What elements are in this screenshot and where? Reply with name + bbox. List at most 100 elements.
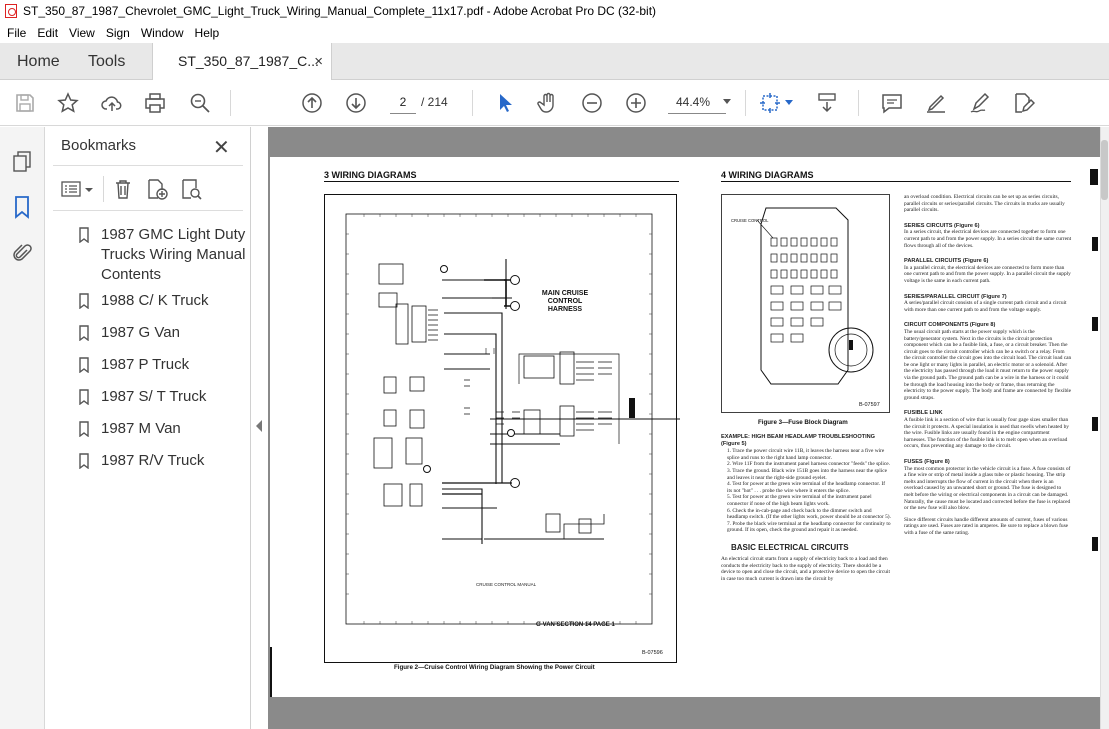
new-bookmark-icon[interactable] [145, 177, 169, 201]
bookmarks-panel: Bookmarks ✕ 1987 GMC Light Duty Trucks W… [45, 127, 251, 729]
basic-circuits-text: An electrical circuit starts from a supp… [721, 555, 890, 582]
page-total: / 214 [421, 95, 448, 109]
zoom-dropdown-icon[interactable] [723, 99, 731, 104]
components-text: The usual circuit path starts at the pow… [904, 328, 1072, 401]
tab-document[interactable]: ST_350_87_1987_C... × [152, 43, 332, 81]
tab-home[interactable]: Home [17, 43, 60, 80]
step-7: 7. Probe the black wire terminal at the … [727, 520, 891, 534]
fit-page-icon[interactable] [758, 91, 782, 115]
fuses-text: The most common protector in the vehicle… [904, 465, 1071, 512]
upload-cloud-icon[interactable] [100, 91, 124, 115]
fill-sign-icon[interactable] [968, 91, 992, 115]
bookmark-flag-icon [79, 325, 89, 341]
step-3: 3. Trace the ground. Black wire 151B goe… [727, 467, 888, 481]
bookmark-item-p-truck[interactable]: 1987 P Truck [101, 355, 271, 375]
bookmark-item-m-van[interactable]: 1987 M Van [101, 419, 271, 439]
menu-window[interactable]: Window [141, 26, 184, 40]
fuse-callout-label: CRUISE CONTROL [731, 218, 769, 223]
print-icon[interactable] [143, 91, 167, 115]
toolbar [0, 80, 1109, 126]
bookmarks-title: Bookmarks [61, 137, 137, 154]
series-parallel-text: A series/parallel circuit consists of a … [904, 300, 1067, 313]
select-cursor-icon[interactable] [493, 91, 517, 115]
navigation-rail [0, 127, 45, 729]
attachments-icon[interactable] [10, 241, 34, 265]
fuses-text-2: Since different circuits handle differen… [904, 516, 1069, 536]
save-icon[interactable] [13, 91, 37, 115]
bookmark-star-icon[interactable] [56, 91, 80, 115]
zoom-level-select[interactable]: 44.4% [668, 90, 726, 114]
scroll-mode-icon[interactable] [815, 91, 839, 115]
collapse-panel-icon[interactable] [256, 420, 262, 432]
section-footer-label: G-VAN SECTION 14 PAGE 1 [536, 622, 615, 628]
close-tab-icon[interactable]: × [314, 43, 323, 80]
edit-pdf-icon[interactable] [1011, 91, 1036, 115]
hand-tool-icon[interactable] [536, 91, 560, 115]
left-page-header: 3 WIRING DIAGRAMS [324, 170, 417, 180]
find-bookmark-icon[interactable] [179, 177, 203, 201]
bookmarks-panel-icon[interactable] [10, 194, 34, 220]
bookmark-item-rv-truck[interactable]: 1987 R/V Truck [101, 451, 271, 471]
fuse-figure-caption: Figure 3—Fuse Block Diagram [758, 419, 848, 426]
page-number-input[interactable] [390, 90, 416, 114]
bookmark-flag-icon [79, 293, 89, 309]
bookmark-item-contents[interactable]: 1987 GMC Light Duty Trucks Wiring Manual… [101, 225, 247, 285]
fuse-block-diagram: CRUISE CONTROL B-07597 [721, 194, 890, 413]
fit-page-dropdown-icon[interactable] [785, 100, 793, 105]
components-title: CIRCUIT COMPONENTS (Figure 8) [904, 322, 996, 329]
menu-help[interactable]: Help [195, 26, 220, 40]
fuses-title: FUSES (Figure 8) [904, 459, 950, 465]
cruise-control-wiring-diagram: CRUISE CONTROL MANUAL G-VAN SECTION 14 P… [324, 194, 680, 663]
bookmark-options-icon[interactable] [61, 178, 95, 200]
troubleshooting-column: EXAMPLE: HIGH BEAM HEADLAMP TROUBLESHOOT… [721, 434, 891, 582]
bookmark-flag-icon [79, 389, 89, 405]
tab-document-label: ST_350_87_1987_C... [178, 53, 319, 69]
col2-intro: an overload condition. Electrical circui… [904, 194, 1065, 214]
parallel-title: PARALLEL CIRCUITS (Figure 6) [904, 258, 989, 265]
bookmarks-toolbar [53, 165, 243, 211]
series-text: In a series circuit, the electrical devi… [904, 229, 1072, 249]
bookmark-item-ck-truck[interactable]: 1988 C/ K Truck [101, 291, 271, 311]
tab-bar: Home Tools ST_350_87_1987_C... × [0, 43, 1109, 81]
acrobat-pdf-icon [5, 4, 17, 18]
title-bar: ST_350_87_1987_Chevrolet_GMC_Light_Truck… [0, 0, 1109, 22]
previous-page-icon[interactable] [300, 91, 324, 115]
menu-bar: File Edit View Sign Window Help [0, 22, 1109, 43]
right-page-header: 4 WIRING DIAGRAMS [721, 170, 814, 180]
menu-view[interactable]: View [69, 26, 95, 40]
menu-sign[interactable]: Sign [106, 26, 130, 40]
document-viewer[interactable]: 3 WIRING DIAGRAMS CRUISE CONTROL MANUAL … [268, 127, 1100, 729]
zoom-out-icon[interactable] [580, 91, 604, 115]
close-panel-icon[interactable]: ✕ [213, 135, 230, 160]
menu-file[interactable]: File [7, 26, 26, 40]
bookmark-flag-icon [79, 357, 89, 373]
step-6: 6. Check the in-cab-page and check back … [727, 507, 891, 521]
scrollbar-thumb[interactable] [1101, 140, 1108, 200]
next-page-icon[interactable] [344, 91, 368, 115]
find-zoom-icon[interactable] [188, 91, 212, 115]
parallel-text: In a parallel circuit, the electrical de… [904, 264, 1071, 284]
menu-edit[interactable]: Edit [37, 26, 58, 40]
highlight-pen-icon[interactable] [924, 91, 948, 115]
example-title: EXAMPLE: HIGH BEAM HEADLAMP TROUBLESHOOT… [721, 434, 876, 447]
fusible-link-text: A fusible link is a section of wire that… [904, 417, 1069, 450]
bookmark-flag-icon [79, 453, 89, 469]
main-harness-label: MAIN CRUISE CONTROL HARNESS [541, 290, 589, 313]
vertical-scrollbar[interactable] [1100, 127, 1109, 729]
bookmark-flag-icon [79, 227, 89, 243]
comment-icon[interactable] [880, 91, 904, 115]
step-5: 5. Test for power at the green wire term… [727, 494, 872, 507]
pdf-page-spread: 3 WIRING DIAGRAMS CRUISE CONTROL MANUAL … [270, 157, 1100, 697]
circuit-theory-column: an overload condition. Electrical circui… [904, 194, 1072, 537]
bookmark-item-st-truck[interactable]: 1987 S/ T Truck [101, 387, 271, 407]
basic-circuits-heading: BASIC ELECTRICAL CIRCUITS [731, 542, 849, 552]
delete-bookmark-icon[interactable] [111, 177, 135, 201]
troubleshooting-steps: 1. Trace the power circuit wire 11B, it … [721, 448, 891, 534]
tab-tools[interactable]: Tools [88, 43, 125, 80]
bookmark-item-g-van[interactable]: 1987 G Van [101, 323, 271, 343]
page-thumbnails-icon[interactable] [10, 149, 34, 173]
left-figure-ref: B-07596 [642, 650, 663, 656]
zoom-in-icon[interactable] [624, 91, 648, 115]
bookmark-flag-icon [79, 421, 89, 437]
window-title: ST_350_87_1987_Chevrolet_GMC_Light_Truck… [23, 4, 657, 18]
